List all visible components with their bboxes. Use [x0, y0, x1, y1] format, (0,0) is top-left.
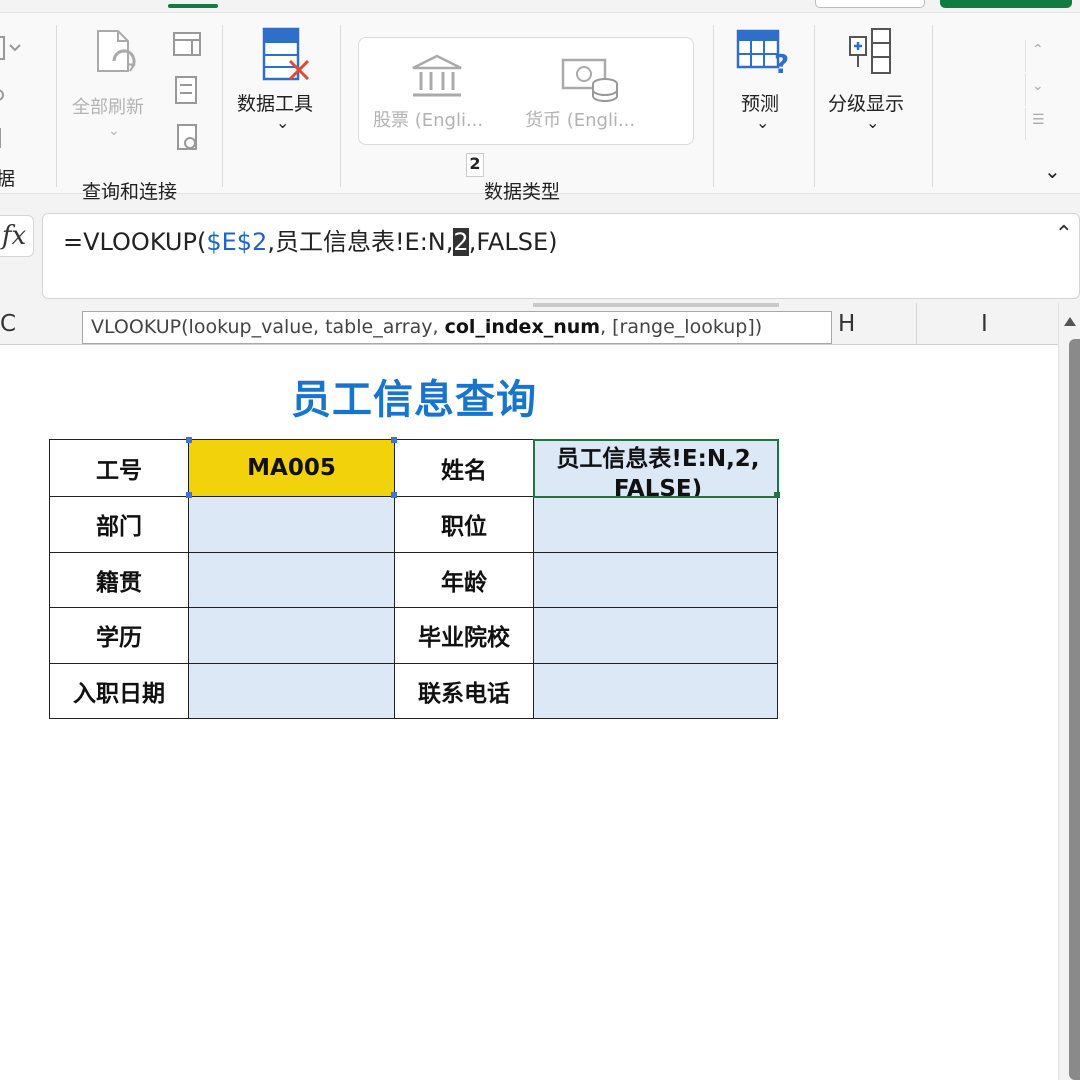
partial-group-label: 据: [0, 168, 16, 190]
formula-prefix: =VLOOKUP(: [63, 228, 207, 256]
tooltip-suffix: , [range_lookup]): [600, 316, 763, 338]
scroll-up-icon[interactable]: [1064, 317, 1076, 326]
scroll-thumb[interactable]: [1069, 339, 1080, 1080]
formula-cursor-selection: 2: [453, 228, 469, 256]
gallery-more[interactable]: ☰: [1025, 108, 1051, 140]
field-label[interactable]: 学历: [49, 607, 189, 664]
active-cell[interactable]: 员工信息表!E:N,2, FALSE): [532, 438, 779, 498]
excel-window: 据 全部刷新 ⌄ 查询和连接 数据工具 ⌄ 股票 (Engli... 货币 (E…: [0, 0, 1080, 1080]
partial-group-icons[interactable]: [0, 33, 26, 163]
field-value-cell[interactable]: [533, 607, 778, 664]
tooltip-current-arg[interactable]: col_index_num: [445, 316, 600, 338]
sheet-title: 员工信息查询: [291, 377, 537, 423]
selection-handle[interactable]: [391, 437, 397, 443]
employee-info-table: 工号 MA005 姓名 员工信息表!E:N,2, FALSE) 部门 职位 籍贯 年龄 学历 毕业…: [49, 438, 779, 719]
column-header-h[interactable]: H: [838, 311, 855, 337]
field-label[interactable]: 姓名: [394, 439, 534, 497]
gallery-scroll-down[interactable]: ⌄: [1025, 74, 1051, 106]
expand-ribbon-icon[interactable]: ⌄: [1044, 159, 1061, 183]
outline-dropdown-icon[interactable]: ⌄: [866, 113, 879, 132]
field-label[interactable]: 毕业院校: [394, 607, 534, 664]
field-value-cell[interactable]: [188, 551, 395, 608]
forecast-label[interactable]: 预测: [741, 89, 779, 116]
function-tooltip: VLOOKUP(lookup_value, table_array, col_i…: [82, 311, 832, 344]
field-value-cell[interactable]: [188, 496, 395, 553]
field-label[interactable]: 工号: [49, 439, 189, 497]
formula-bar: fx =VLOOKUP($E$2,员工信息表!E:N,2,FALSE) ⌃: [0, 205, 1080, 303]
forecast-icon[interactable]: ?: [736, 29, 792, 79]
query-side-icons[interactable]: [172, 29, 202, 159]
table-row: 籍贯 年龄: [49, 551, 778, 608]
table-row: 入职日期 联系电话: [49, 662, 778, 719]
tooltip-prefix: VLOOKUP(lookup_value, table_array,: [91, 316, 445, 338]
column-header-i[interactable]: I: [981, 311, 988, 337]
field-value-cell[interactable]: [533, 496, 778, 553]
table-row: 学历 毕业院校: [49, 607, 778, 664]
ribbon-panel: 据 全部刷新 ⌄ 查询和连接 数据工具 ⌄ 股票 (Engli... 货币 (E…: [0, 12, 1080, 203]
column-header-c[interactable]: C: [0, 311, 16, 337]
data-tools-dropdown-icon[interactable]: ⌄: [276, 113, 289, 132]
data-tools-icon[interactable]: [260, 27, 314, 83]
selection-handle[interactable]: [186, 437, 192, 443]
data-types-group-label: 数据类型: [484, 181, 561, 203]
collapse-formula-bar-icon[interactable]: ⌃: [1055, 222, 1073, 247]
formula-input[interactable]: =VLOOKUP($E$2,员工信息表!E:N,2,FALSE) ⌃: [42, 213, 1080, 299]
field-label[interactable]: 入职日期: [49, 662, 189, 719]
field-value-cell[interactable]: [188, 662, 395, 719]
field-value-cell[interactable]: [533, 662, 778, 719]
active-cell-text: 员工信息表!E:N,2, FALSE): [556, 446, 760, 496]
table-row: 工号 MA005 姓名 员工信息表!E:N,2, FALSE): [49, 438, 779, 498]
formula-reference: $E$2: [206, 228, 268, 256]
key-tip-badge: 2: [466, 153, 484, 177]
formula-middle: ,员工信息表!E:N,: [267, 228, 454, 256]
vertical-scrollbar[interactable]: [1058, 303, 1080, 1080]
field-value-cell[interactable]: [533, 551, 778, 608]
formula-suffix: ,FALSE): [468, 228, 558, 256]
field-label[interactable]: 联系电话: [394, 662, 534, 719]
refresh-dropdown-icon[interactable]: ⌄: [108, 123, 120, 139]
stocks-label[interactable]: 股票 (Engli...: [373, 106, 483, 132]
bank-icon[interactable]: [409, 52, 465, 100]
gallery-scroll-up[interactable]: ⌃: [1025, 40, 1051, 72]
ribbon: 据 全部刷新 ⌄ 查询和连接 数据工具 ⌄ 股票 (Engli... 货币 (E…: [0, 0, 1080, 205]
field-label[interactable]: 籍贯: [49, 551, 189, 608]
fill-handle[interactable]: [774, 492, 780, 498]
active-tab-indicator: [168, 4, 218, 8]
data-types-gallery: 股票 (Engli... 货币 (Engli... ⌃ ⌄ ☰: [358, 37, 1045, 145]
table-row: 部门 职位: [49, 496, 778, 553]
outline-label[interactable]: 分级显示: [828, 89, 904, 116]
comments-button[interactable]: [940, 0, 1072, 8]
formula-text[interactable]: =VLOOKUP($E$2,员工信息表!E:N,2,FALSE): [63, 222, 557, 257]
data-tools-label[interactable]: 数据工具: [237, 89, 313, 116]
selected-column-indicator: [533, 303, 779, 307]
currency-icon[interactable]: [559, 54, 625, 104]
field-label[interactable]: 部门: [49, 496, 189, 553]
currency-label[interactable]: 货币 (Engli...: [525, 106, 635, 132]
field-label[interactable]: 职位: [394, 496, 534, 553]
refresh-icon[interactable]: [92, 27, 142, 83]
insert-function-button[interactable]: fx: [0, 215, 34, 257]
employee-id-cell[interactable]: MA005: [188, 439, 395, 497]
refresh-all-label[interactable]: 全部刷新: [72, 93, 144, 119]
outline-icon[interactable]: [848, 27, 898, 79]
selection-handle[interactable]: [391, 492, 397, 498]
field-label[interactable]: 年龄: [394, 551, 534, 608]
field-value-cell[interactable]: [188, 607, 395, 664]
query-group-label: 查询和连接: [82, 181, 178, 203]
selection-handle[interactable]: [186, 492, 192, 498]
worksheet: 员工信息查询 工号 MA005 姓名 员工信息表!E:N,2, FALSE) 部门 职位籍…: [0, 345, 1058, 1080]
svg-text:?: ?: [774, 50, 789, 79]
forecast-dropdown-icon[interactable]: ⌄: [756, 113, 769, 132]
share-button[interactable]: [815, 0, 925, 8]
